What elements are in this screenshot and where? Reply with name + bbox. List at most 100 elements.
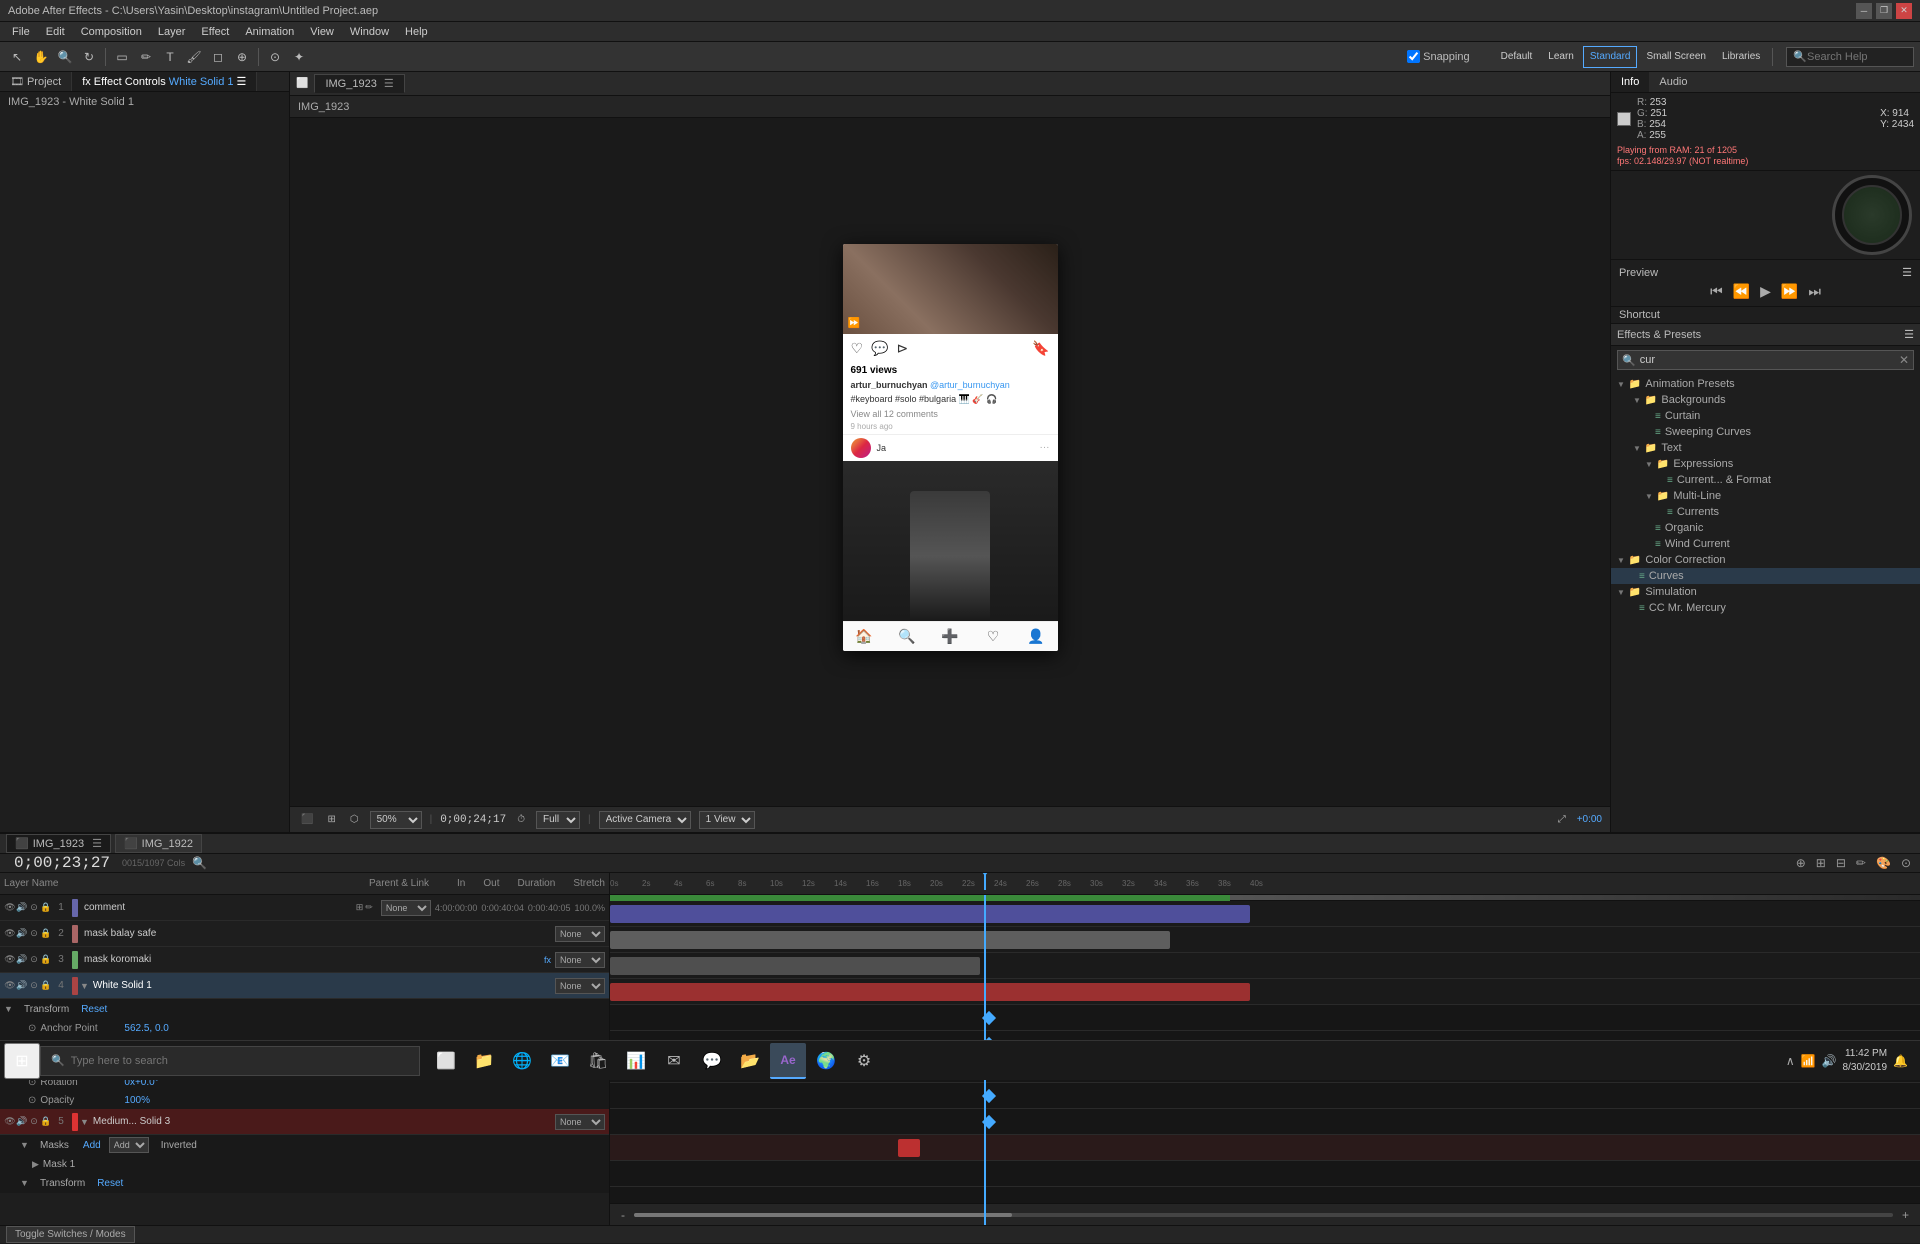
timeline-tab-img1923[interactable]: ⬛ IMG_1923 ☰ <box>6 834 111 853</box>
transform-header-4[interactable]: ▼ Transform Reset <box>0 999 609 1019</box>
menu-layer[interactable]: Layer <box>150 26 194 38</box>
track-bar-4[interactable] <box>610 983 1250 1001</box>
tray-expand[interactable]: ∧ <box>1786 1054 1795 1068</box>
tree-item-wind-current[interactable]: ≡ Wind Current <box>1623 536 1920 552</box>
workspace-default[interactable]: Default <box>1494 46 1540 68</box>
tab-project[interactable]: 🎞 Project <box>0 72 72 91</box>
taskbar-telegram[interactable]: ✉ <box>656 1043 692 1079</box>
tl-ctrl-btn-1[interactable]: ⊕ <box>1793 856 1809 870</box>
viewer-mask-btn[interactable]: ⬡ <box>347 814 362 825</box>
parent-select-5[interactable]: None <box>555 1114 605 1130</box>
tl-zoom-in[interactable]: + <box>1899 1208 1912 1222</box>
tray-notification[interactable]: 🔔 <box>1893 1054 1908 1068</box>
ig-nav-profile[interactable]: 👤 <box>1015 628 1058 645</box>
audio-toggle-4[interactable]: 🔊 <box>16 980 28 992</box>
ig-nav-search[interactable]: 🔍 <box>886 628 929 645</box>
anchor-point-value[interactable]: 562.5, 0.0 <box>124 1023 168 1034</box>
visibility-toggle-3[interactable]: 👁 <box>4 954 16 966</box>
transform-header-5[interactable]: ▼ Transform Reset <box>0 1173 609 1193</box>
tree-item-organic[interactable]: ≡ Organic <box>1623 520 1920 536</box>
workspace-learn[interactable]: Learn <box>1541 46 1581 68</box>
workspace-libraries[interactable]: Libraries <box>1715 46 1767 68</box>
ig-bookmark-icon[interactable]: 🔖 <box>1032 340 1049 357</box>
track-bar-2[interactable] <box>610 931 1170 949</box>
keyframe-opacity-1[interactable] <box>982 1115 996 1129</box>
taskbar-files[interactable]: 📂 <box>732 1043 768 1079</box>
menu-effect[interactable]: Effect <box>193 26 237 38</box>
prev-first-btn[interactable]: ⏮ <box>1707 283 1726 300</box>
taskbar-search-bar[interactable]: 🔍 <box>40 1046 420 1076</box>
close-button[interactable]: ✕ <box>1896 3 1912 19</box>
keyframe-anchor-1[interactable] <box>982 1011 996 1025</box>
taskbar-search-input[interactable] <box>71 1055 409 1067</box>
tree-header-backgrounds[interactable]: ▼ 📁 Backgrounds <box>1623 392 1920 408</box>
ig-username[interactable]: artur_burnuchyan <box>851 380 928 390</box>
mask1-expand[interactable]: ▶ <box>32 1159 39 1170</box>
tray-network[interactable]: 📶 <box>1801 1054 1816 1068</box>
mask-mode-select[interactable]: Add <box>109 1137 149 1153</box>
solo-toggle-3[interactable]: ⊙ <box>28 954 40 966</box>
stopwatch-opacity[interactable]: ⊙ <box>28 1095 36 1106</box>
viewer-fullscreen-btn[interactable]: ⤢ <box>1555 814 1569 825</box>
camera-select[interactable]: Active Camera <box>599 811 691 829</box>
track-bar-3[interactable] <box>610 957 980 975</box>
tree-header-simulation[interactable]: ▼ 📁 Simulation <box>1611 584 1920 600</box>
visibility-toggle-2[interactable]: 👁 <box>4 928 16 940</box>
minimize-button[interactable]: ─ <box>1856 3 1872 19</box>
menu-composition[interactable]: Composition <box>73 26 150 38</box>
timeline-timecode[interactable]: 0;00;23;27 <box>6 854 118 872</box>
tl-ctrl-btn-6[interactable]: ⊙ <box>1898 856 1914 870</box>
lock-toggle-1[interactable]: 🔒 <box>40 902 52 914</box>
taskbar-settings[interactable]: ⚙ <box>846 1043 882 1079</box>
tab-info[interactable]: Info <box>1611 72 1649 92</box>
expand-arrow-5[interactable]: ▼ <box>80 1117 89 1127</box>
tool-paint[interactable]: 🖌 <box>183 46 205 68</box>
taskbar-explorer[interactable]: 📁 <box>466 1043 502 1079</box>
transform-reset-5[interactable]: Reset <box>97 1178 123 1189</box>
ig-more-icon[interactable]: ··· <box>1040 442 1050 453</box>
toggle-switches-btn[interactable]: Toggle Switches / Modes <box>6 1226 135 1243</box>
add-mask-btn[interactable]: Add <box>83 1140 101 1151</box>
stopwatch-anchor[interactable]: ⊙ <box>28 1023 36 1034</box>
zoom-select[interactable]: 50%100%25% <box>370 811 422 829</box>
viewer-clock-btn[interactable]: ⏱ <box>514 814 528 825</box>
viewer-region-btn[interactable]: ⬛ <box>298 814 316 825</box>
tool-rotate[interactable]: ↻ <box>78 46 100 68</box>
tool-zoom[interactable]: 🔍 <box>54 46 76 68</box>
visibility-toggle-5[interactable]: 👁 <box>4 1116 16 1128</box>
ig-nav-heart[interactable]: ♡ <box>972 628 1015 645</box>
effects-search-input[interactable] <box>1640 354 1895 366</box>
tool-move[interactable]: ✋ <box>30 46 52 68</box>
tray-volume[interactable]: 🔊 <box>1822 1054 1837 1068</box>
transform-reset-4[interactable]: Reset <box>81 1004 107 1015</box>
prev-fwd-btn[interactable]: ⏩ <box>1778 283 1801 300</box>
viewer-grid-btn[interactable]: ⊞ <box>324 814 338 825</box>
tree-item-cc-mr-mercury[interactable]: ≡ CC Mr. Mercury <box>1611 600 1920 616</box>
track-bar-5[interactable] <box>898 1139 920 1157</box>
taskbar-task-view[interactable]: ⬜ <box>428 1043 464 1079</box>
tab-effect-controls[interactable]: fx Effect Controls White Solid 1 ☰ <box>72 72 257 91</box>
menu-window[interactable]: Window <box>342 26 397 38</box>
lock-toggle-3[interactable]: 🔒 <box>40 954 52 966</box>
parent-select-4[interactable]: None <box>555 978 605 994</box>
tool-select[interactable]: ↖ <box>6 46 28 68</box>
taskbar-mail[interactable]: 📧 <box>542 1043 578 1079</box>
menu-animation[interactable]: Animation <box>237 26 302 38</box>
expand-arrow-4[interactable]: ▼ <box>80 981 89 991</box>
menu-file[interactable]: File <box>4 26 38 38</box>
track-bar-1[interactable] <box>610 905 1250 923</box>
workspace-standard[interactable]: Standard <box>1583 46 1638 68</box>
audio-toggle-2[interactable]: 🔊 <box>16 928 28 940</box>
tl-ctrl-btn-5[interactable]: 🎨 <box>1873 856 1894 870</box>
effects-search-clear[interactable]: ✕ <box>1899 353 1909 367</box>
views-select[interactable]: 1 View <box>699 811 755 829</box>
tool-eraser[interactable]: ◻ <box>207 46 229 68</box>
tool-rect[interactable]: ▭ <box>111 46 133 68</box>
tab-audio[interactable]: Audio <box>1649 72 1697 92</box>
tool-text[interactable]: T <box>159 46 181 68</box>
tree-item-currents[interactable]: ≡ Currents <box>1635 504 1920 520</box>
tree-item-current-format[interactable]: ≡ Current... & Format <box>1635 472 1920 488</box>
menu-help[interactable]: Help <box>397 26 436 38</box>
tree-header-expressions[interactable]: ▼ 📁 Expressions <box>1635 456 1920 472</box>
menu-edit[interactable]: Edit <box>38 26 73 38</box>
